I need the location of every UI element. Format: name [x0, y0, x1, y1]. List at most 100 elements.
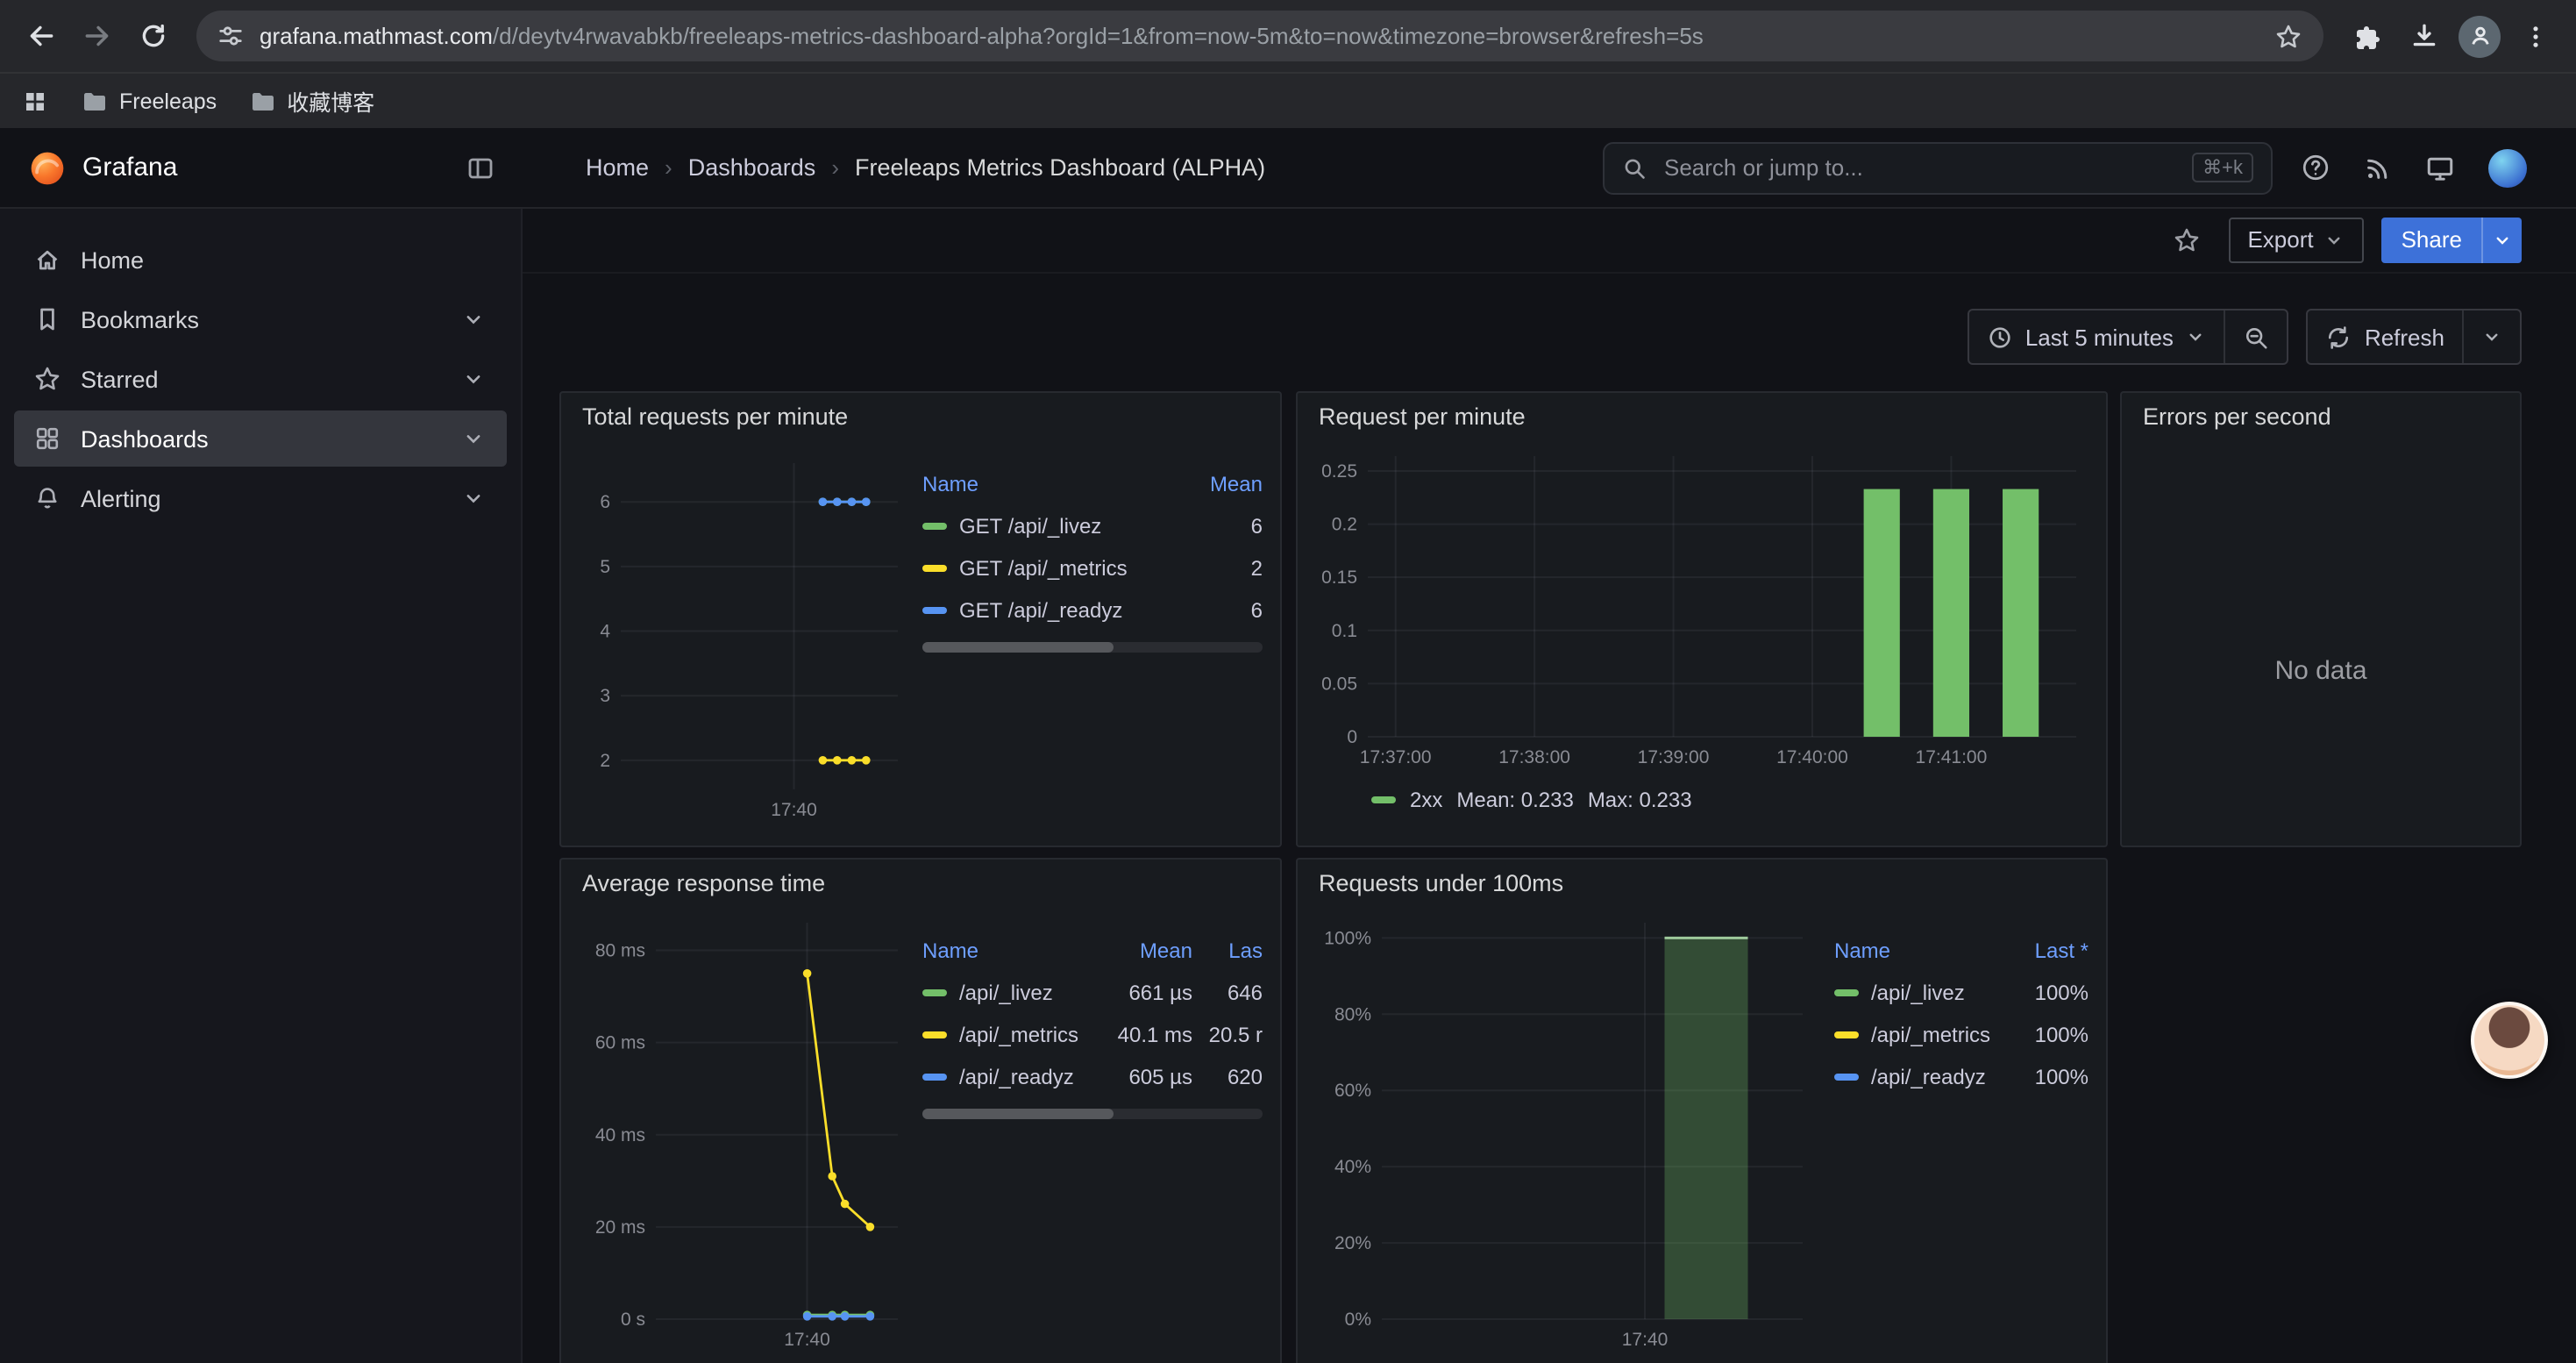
search-bar[interactable]: ⌘+k — [1603, 141, 2273, 194]
tab-groups-icon[interactable] — [21, 87, 49, 115]
legend-area: NameMeanLas/api/_livez661 µs646/api/_met… — [908, 909, 1263, 1354]
panel-average-response-time: Average response time 0 s20 ms40 ms60 ms… — [559, 858, 1282, 1363]
sidebar-item-starred[interactable]: Starred — [14, 351, 507, 407]
favorite-star-button[interactable] — [2161, 215, 2210, 264]
export-button[interactable]: Export — [2228, 217, 2364, 262]
share-menu-caret[interactable] — [2481, 217, 2522, 262]
sidebar-item-alerting[interactable]: Alerting — [14, 470, 507, 526]
legend-row[interactable]: /api/_livez100% — [1834, 972, 2089, 1014]
time-range-picker[interactable]: Last 5 minutes — [1969, 310, 2224, 363]
legend-cell: 6 — [1164, 598, 1263, 623]
legend-cell[interactable]: Name — [922, 472, 1164, 496]
browser-forward-button[interactable] — [70, 10, 123, 62]
legend-cell: 620 — [1192, 1065, 1263, 1089]
legend-cell: /api/_metrics — [1834, 1023, 2001, 1047]
legend-row[interactable]: GET /api/_livez6 — [922, 505, 1263, 547]
sidebar-item-home[interactable]: Home — [14, 232, 507, 288]
legend-cell[interactable]: Name — [922, 938, 1087, 963]
legend-row[interactable]: /api/_metrics100% — [1834, 1014, 2089, 1056]
sidebar-collapse-icon[interactable] — [466, 153, 495, 182]
share-button[interactable]: Share — [2382, 217, 2481, 262]
breadcrumb-home[interactable]: Home — [586, 154, 649, 181]
breadcrumb-dashboards[interactable]: Dashboards — [688, 154, 816, 181]
sidebar-item-dashboards[interactable]: Dashboards — [14, 410, 507, 467]
chevron-down-icon[interactable] — [461, 307, 486, 332]
svg-text:4: 4 — [600, 622, 610, 642]
legend-scrollbar[interactable] — [922, 642, 1263, 653]
legend-cell: GET /api/_metrics — [922, 556, 1164, 581]
news-rss-icon[interactable] — [2364, 153, 2392, 182]
panel-title[interactable]: Total requests per minute — [561, 393, 1280, 442]
svg-text:17:40: 17:40 — [771, 800, 817, 820]
chevron-down-icon — [2481, 326, 2502, 347]
legend-cell: 100% — [2001, 1023, 2089, 1047]
panel-body: 0%20%40%60%80%100%17:40 NameLast * /api/_… — [1298, 909, 2106, 1363]
legend-cell[interactable]: Mean — [1087, 938, 1192, 963]
series-swatch — [1834, 989, 1859, 996]
refresh-button[interactable]: Refresh — [2309, 310, 2462, 363]
panel-title[interactable]: Request per minute — [1298, 393, 2106, 442]
dashboard-toolbar: Export Share — [523, 207, 2576, 274]
bookmark-freeleaps[interactable]: Freeleaps — [81, 87, 217, 115]
extensions-icon[interactable] — [2341, 10, 2394, 62]
grafana-logo[interactable] — [28, 148, 67, 187]
panel-title[interactable]: Requests under 100ms — [1298, 860, 2106, 909]
zoom-out-button[interactable] — [2224, 310, 2288, 363]
scrollbar-thumb[interactable] — [922, 642, 1113, 653]
legend-area: NameMeanGET /api/_livez6GET /api/_metric… — [908, 442, 1263, 824]
sidebar-item-bookmarks[interactable]: Bookmarks — [14, 291, 507, 347]
bookmark-star-icon[interactable] — [2274, 22, 2302, 50]
panel-title[interactable]: Errors per second — [2122, 393, 2520, 442]
url-bar[interactable]: grafana.mathmast.com/d/deytv4rwavabkb/fr… — [196, 11, 2323, 61]
legend-cell: 100% — [2001, 1065, 2089, 1089]
legend-cell: /api/_readyz — [1834, 1065, 2001, 1089]
panel-errors-per-second: Errors per second No data — [2120, 391, 2522, 847]
chevron-down-icon[interactable] — [461, 486, 486, 510]
legend-row[interactable]: /api/_readyz605 µs620 — [922, 1056, 1263, 1098]
assistant-avatar[interactable] — [2471, 1002, 2548, 1079]
svg-text:17:40: 17:40 — [1622, 1330, 1669, 1350]
average-response-time-chart: 0 s20 ms40 ms60 ms80 ms17:40 — [579, 909, 908, 1354]
sidebar-item-label: Bookmarks — [81, 306, 199, 332]
svg-text:80%: 80% — [1334, 1004, 1371, 1024]
svg-text:0.15: 0.15 — [1321, 567, 1357, 588]
browser-profile-avatar[interactable] — [2453, 10, 2506, 62]
help-icon[interactable] — [2301, 153, 2330, 182]
legend-cell[interactable]: Last * — [2001, 938, 2089, 963]
downloads-icon[interactable] — [2397, 10, 2450, 62]
chevron-down-icon — [2492, 229, 2513, 250]
browser-menu-icon[interactable] — [2509, 10, 2562, 62]
sidebar-item-label: Dashboards — [81, 425, 209, 452]
legend-row[interactable]: /api/_metrics40.1 ms20.5 r — [922, 1014, 1263, 1056]
legend-row[interactable]: /api/_livez661 µs646 — [922, 972, 1263, 1014]
monitor-icon[interactable] — [2425, 153, 2455, 182]
legend-row[interactable]: GET /api/_readyz6 — [922, 589, 1263, 632]
legend-cell[interactable]: Las — [1192, 938, 1263, 963]
legend-cell[interactable]: Name — [1834, 938, 2001, 963]
chevron-down-icon[interactable] — [461, 367, 486, 391]
browser-refresh-button[interactable] — [126, 10, 179, 62]
browser-back-button[interactable] — [14, 10, 67, 62]
scrollbar-thumb[interactable] — [922, 1109, 1113, 1119]
svg-text:0.25: 0.25 — [1321, 461, 1357, 482]
chevron-down-icon[interactable] — [461, 426, 486, 451]
legend-row[interactable]: GET /api/_metrics2 — [922, 547, 1263, 589]
refresh-interval-caret[interactable] — [2462, 310, 2520, 363]
time-controls: Last 5 minutes Refresh — [1968, 309, 2522, 365]
requests-under-100ms-chart: 0%20%40%60%80%100%17:40 — [1312, 909, 1820, 1354]
svg-text:0.1: 0.1 — [1332, 621, 1357, 641]
legend-scrollbar[interactable] — [922, 1109, 1263, 1119]
legend-cell[interactable]: Mean — [1164, 472, 1263, 496]
panel-title[interactable]: Average response time — [561, 860, 1280, 909]
user-avatar[interactable] — [2488, 148, 2527, 187]
legend[interactable]: 2xx Mean: 0.233 Max: 0.233 — [1308, 781, 2096, 812]
bookmark-blog-folder[interactable]: 收藏博客 — [248, 84, 374, 118]
legend-cell: 661 µs — [1087, 981, 1192, 1005]
breadcrumb-current: Freeleaps Metrics Dashboard (ALPHA) — [855, 154, 1265, 181]
site-settings-icon[interactable] — [217, 23, 244, 49]
bookmark-icon — [33, 305, 61, 333]
search-input[interactable] — [1661, 153, 2178, 182]
legend-row[interactable]: /api/_readyz100% — [1834, 1056, 2089, 1098]
search-shortcut-badge: ⌘+k — [2192, 153, 2253, 182]
sidebar-item-label: Alerting — [81, 485, 161, 511]
